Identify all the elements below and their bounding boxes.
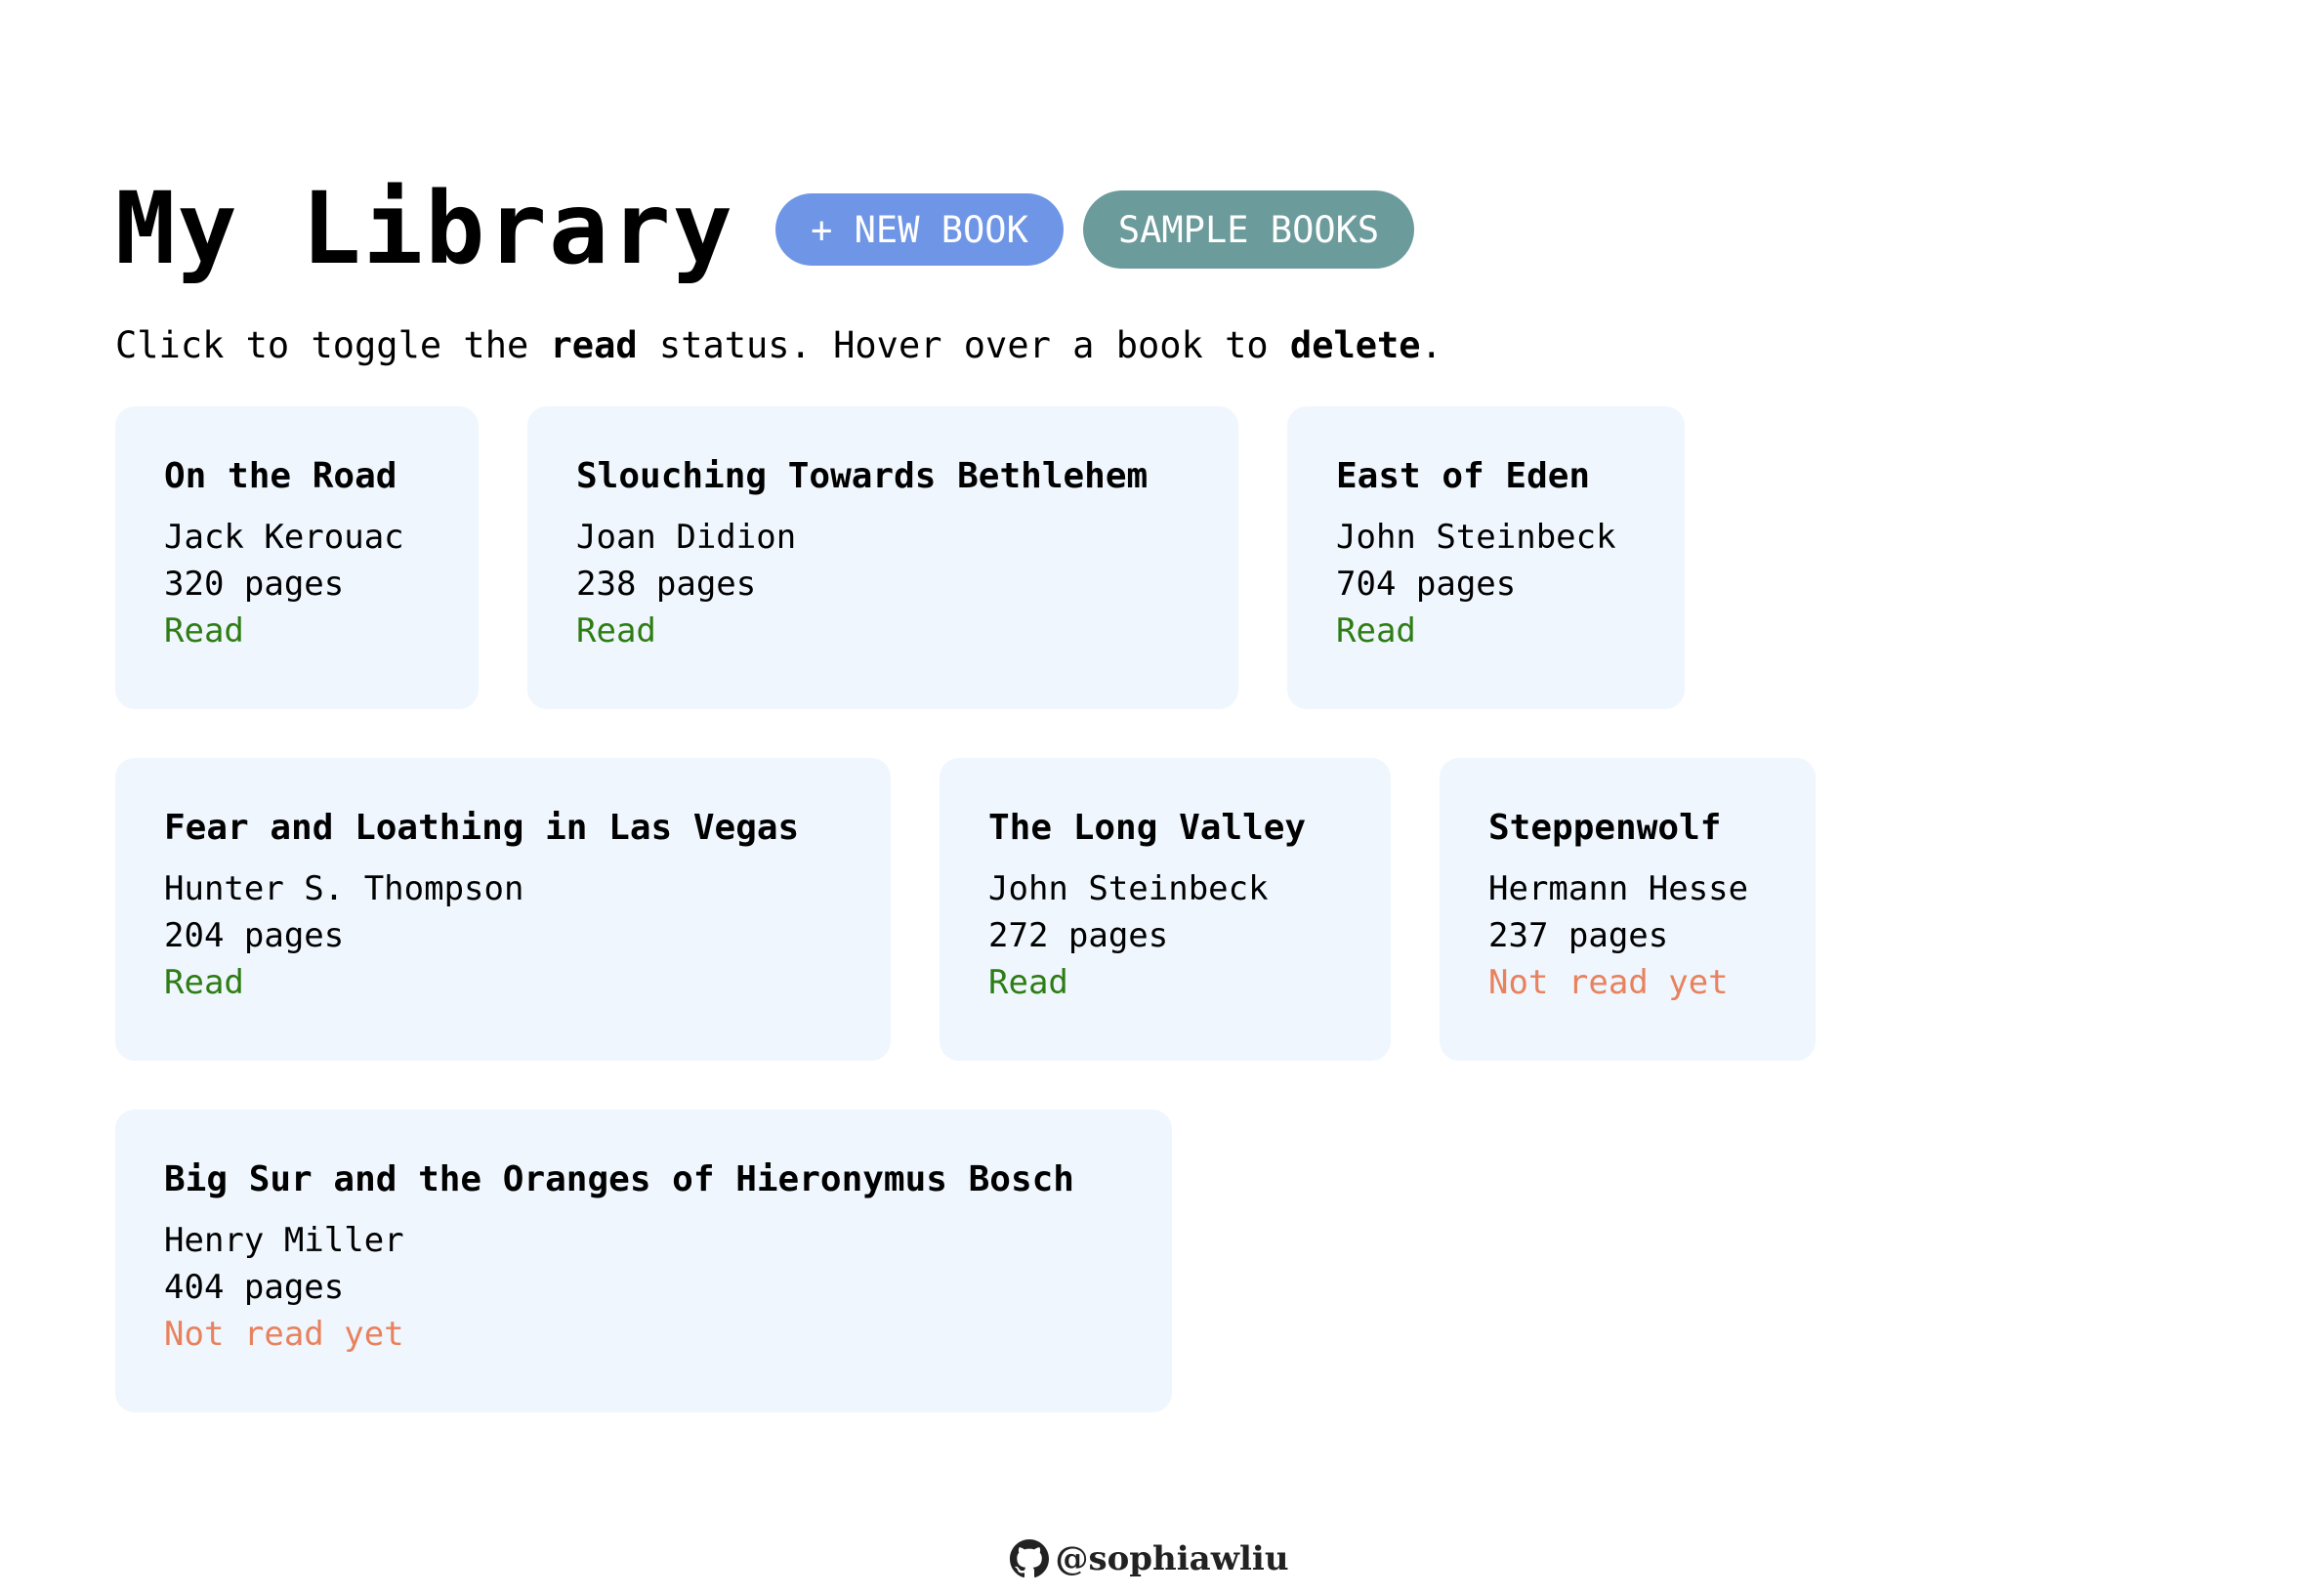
sample-books-button[interactable]: SAMPLE BOOKS (1082, 190, 1415, 269)
new-book-button[interactable]: + NEW BOOK (775, 193, 1064, 266)
book-card[interactable]: Slouching Towards Bethlehem Joan Didion … (527, 406, 1238, 710)
instructions-delete-word: delete (1289, 324, 1421, 366)
page-title: My Library (115, 171, 735, 287)
book-pages: 704 pages (1336, 565, 1517, 605)
book-title: On the Road (164, 456, 397, 497)
book-author: Jack Kerouac (164, 518, 404, 558)
book-status[interactable]: Read (164, 608, 430, 654)
instructions-part-2: status. Hover over a book to (637, 324, 1290, 366)
book-status[interactable]: Read (1336, 608, 1636, 654)
book-status[interactable]: Not read yet (1488, 959, 1767, 1006)
github-profile-link[interactable]: @sophiawliu (1010, 1539, 1289, 1578)
book-pages: 272 pages (988, 916, 1169, 956)
instructions-read-word: read (550, 324, 638, 366)
github-handle: @sophiawliu (1055, 1539, 1289, 1578)
book-status[interactable]: Read (164, 959, 842, 1006)
book-title: The Long Valley (988, 808, 1307, 849)
book-title: Slouching Towards Bethlehem (576, 456, 1149, 497)
book-card[interactable]: On the Road Jack Kerouac 320 pages Read (115, 406, 479, 710)
book-title: Big Sur and the Oranges of Hieronymus Bo… (164, 1159, 1074, 1200)
book-pages: 320 pages (164, 565, 345, 605)
book-status[interactable]: Read (988, 959, 1342, 1006)
book-pages: 204 pages (164, 916, 345, 956)
book-card[interactable]: Big Sur and the Oranges of Hieronymus Bo… (115, 1110, 1172, 1413)
book-card[interactable]: Fear and Loathing in Las Vegas Hunter S.… (115, 758, 891, 1062)
header: My Library + NEW BOOK SAMPLE BOOKS (115, 174, 2244, 285)
book-author: John Steinbeck (988, 869, 1269, 909)
book-title: Fear and Loathing in Las Vegas (164, 808, 800, 849)
book-pages: 238 pages (576, 565, 757, 605)
library-page: My Library + NEW BOOK SAMPLE BOOKS Click… (115, 174, 2244, 1413)
footer: @sophiawliu (0, 1539, 2299, 1578)
book-status[interactable]: Read (576, 608, 1190, 654)
book-author: Hermann Hesse (1488, 869, 1749, 909)
book-card[interactable]: Steppenwolf Hermann Hesse 237 pages Not … (1440, 758, 1816, 1062)
book-card[interactable]: East of Eden John Steinbeck 704 pages Re… (1287, 406, 1685, 710)
book-author: Henry Miller (164, 1221, 404, 1261)
instructions-part-1: Click to toggle the (115, 324, 551, 366)
book-title: Steppenwolf (1488, 808, 1722, 849)
book-title: East of Eden (1336, 456, 1591, 497)
book-grid: On the Road Jack Kerouac 320 pages Read … (115, 406, 1932, 1413)
book-pages: 404 pages (164, 1268, 345, 1308)
github-icon (1010, 1539, 1050, 1578)
book-author: Hunter S. Thompson (164, 869, 524, 909)
book-author: Joan Didion (576, 518, 797, 558)
book-pages: 237 pages (1488, 916, 1669, 956)
instructions-part-3: . (1420, 324, 1442, 366)
book-author: John Steinbeck (1336, 518, 1616, 558)
book-status[interactable]: Not read yet (164, 1311, 1123, 1358)
instructions-text: Click to toggle the read status. Hover o… (115, 324, 2244, 367)
book-card[interactable]: The Long Valley John Steinbeck 272 pages… (940, 758, 1391, 1062)
